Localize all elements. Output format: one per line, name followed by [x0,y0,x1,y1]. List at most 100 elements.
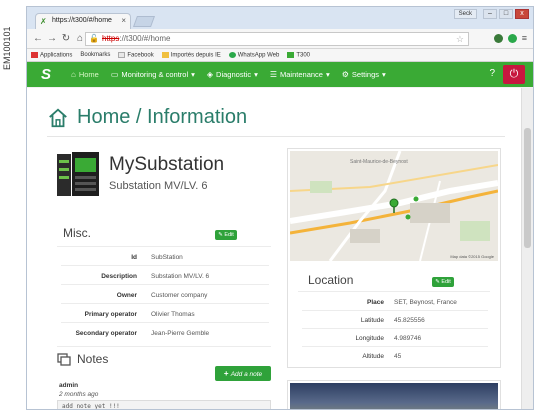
bookmarks-bar: Applications Bookmarks Facebook Importés… [27,49,533,62]
row-divider [61,284,269,285]
close-window-button[interactable]: x [515,9,529,19]
row-divider [302,310,488,311]
location-card: Saint-Maurice-de-Beynost Map data ©2015 … [287,148,501,368]
window-controls: Seck – □ x [453,9,529,19]
favicon-icon: ✗ [40,17,47,26]
map-credit: Map data ©2015 Google [450,254,494,259]
browser-tab[interactable]: ✗ https://t300/#/home × [35,13,131,29]
row-divider [302,346,488,347]
bookmark-t300[interactable]: T300 [287,51,310,58]
title-divider [47,136,505,137]
row-divider [61,303,269,304]
location-key-longitude: Longitude [355,335,384,342]
settings-icon: ⚙ [341,70,349,79]
chevron-down-icon: ▾ [254,70,258,79]
location-value-longitude: 4.989746 [394,335,422,342]
app-navbar: S ⌂ Home ▭ Monitoring & control ▾ ◈ Diag… [27,62,533,87]
misc-divider [57,246,271,247]
note-author: admin [59,382,79,389]
tab-close-icon[interactable]: × [121,14,126,28]
url-input[interactable]: 🔓 https://t300/#/home ☆ [85,32,469,46]
bookmark-whatsapp[interactable]: WhatsApp Web [228,51,279,58]
substation-name: MySubstation [109,154,225,175]
chevron-down-icon: ▾ [191,70,195,79]
browser-window: ✗ https://t300/#/home × Seck – □ x ← → ↻… [26,6,534,410]
nav-home[interactable]: ⌂ Home [71,70,99,79]
misc-value-description: Substation MV/LV. 6 [151,273,210,280]
monitor-icon: ▭ [110,70,119,79]
side-code: EM100101 [2,26,12,70]
home-title-icon [49,108,67,127]
location-key-latitude: Latitude [360,317,384,324]
location-value-latitude: 45.825556 [394,317,425,324]
extension-chrome-icon[interactable] [507,33,517,43]
nav-maintenance[interactable]: ☰ Maintenance ▾ [270,70,330,79]
location-edit-button[interactable]: ✎ Edit [432,277,454,287]
misc-value-primary-operator: Olivier Thomas [151,311,195,318]
location-value-place: SET, Beynost, France [394,299,457,306]
misc-edit-button[interactable]: ✎ Edit [215,230,237,240]
scrollbar-thumb[interactable] [524,128,531,248]
bookmark-ie-import[interactable]: Importés depuis IE [161,51,221,58]
misc-title: Misc. [63,226,91,240]
plus-icon: + [223,369,231,378]
menu-icon[interactable]: ≡ [522,33,527,43]
misc-key-secondary-operator: Secondary operator [75,330,137,337]
row-divider [302,328,488,329]
photo-card [287,380,501,409]
url-path: ://t300/#/home [119,34,171,43]
add-note-button[interactable]: + Add a note [215,366,271,381]
main-content: Home / Information MySubstation Substati… [27,88,521,409]
maintenance-icon: ☰ [269,70,278,79]
map-place-label: Saint-Maurice-de-Beynost [350,159,408,165]
nav-monitoring-control[interactable]: ▭ Monitoring & control ▾ [111,70,195,79]
tab-title: https://t300/#/home [52,17,112,24]
nav-diagnostic[interactable]: ◈ Diagnostic ▾ [207,70,258,79]
extensions: ≡ [493,33,527,43]
tab-strip: ✗ https://t300/#/home × Seck – □ x [27,7,533,29]
app-logo-icon[interactable]: S [33,66,59,83]
power-icon: ⏻ [509,68,519,80]
misc-key-id: Id [131,254,137,261]
substation-device-image [57,152,99,196]
notes-title: Notes [57,352,108,366]
maximize-button[interactable]: □ [499,9,513,19]
substation-photo [290,383,498,409]
user-badge[interactable]: Seck [453,9,477,19]
help-button[interactable]: ? [489,68,495,79]
back-icon[interactable]: ← [31,33,45,44]
bookmark-facebook[interactable]: Facebook [118,51,154,58]
row-divider [61,322,269,323]
row-divider [61,265,269,266]
new-tab-button[interactable] [132,16,156,27]
map-graphic [290,151,498,261]
note-time: 2 months ago [59,391,99,398]
logout-button[interactable]: ⏻ [503,65,525,84]
misc-key-primary-operator: Primary operator [84,311,137,318]
misc-value-id: SubStation [151,254,183,261]
bookmark-star-icon[interactable]: ☆ [456,33,464,45]
chevron-down-icon: ▾ [325,70,330,79]
location-map[interactable]: Saint-Maurice-de-Beynost Map data ©2015 … [290,151,498,261]
misc-value-owner: Customer company [151,292,208,299]
page-scrollbar[interactable] [521,88,533,409]
nav-settings[interactable]: ⚙ Settings ▾ [342,70,386,79]
forward-icon[interactable]: → [45,33,59,44]
minimize-button[interactable]: – [483,9,497,19]
extension-green-icon[interactable] [493,33,503,43]
location-key-altitude: Altitude [362,353,384,360]
location-value-altitude: 45 [394,353,402,360]
substation-type: Substation MV/LV. 6 [109,180,208,192]
reload-icon[interactable]: ↻ [59,33,73,44]
bookmark-applications[interactable]: Applications [31,51,72,58]
page-title: Home / Information [47,106,247,129]
address-bar: ← → ↻ ⌂ 🔓 https://t300/#/home ☆ ≡ [27,29,533,49]
url-scheme: https [102,34,120,43]
bookmark-bookmarks[interactable]: Bookmarks [80,52,110,58]
notes-icon [57,352,71,366]
misc-key-owner: Owner [116,292,137,299]
location-key-place: Place [367,299,384,306]
misc-bottom-divider [57,346,271,347]
chevron-down-icon: ▾ [382,70,386,79]
location-divider [298,291,490,292]
